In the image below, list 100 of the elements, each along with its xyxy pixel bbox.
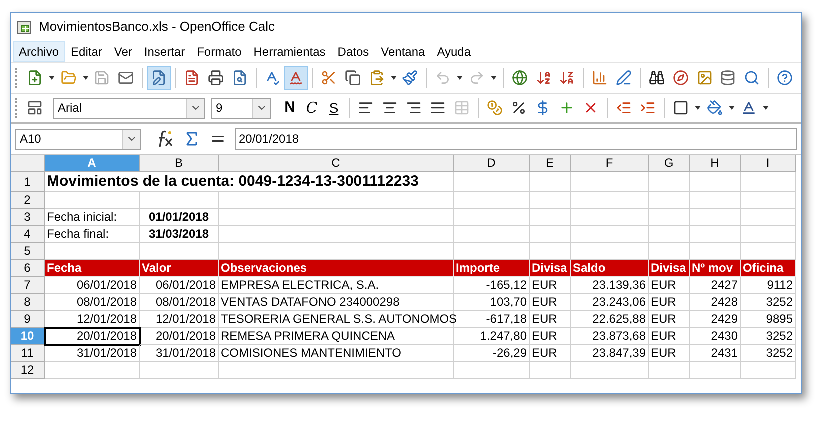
table-cell: 9895 <box>741 311 796 328</box>
window-title: MovimientosBanco.xls - OpenOffice Calc <box>39 18 276 36</box>
row-header[interactable]: 12 <box>11 362 45 379</box>
column-heading-cell: Oficina <box>741 260 796 277</box>
menu-item[interactable]: Ayuda <box>431 41 478 62</box>
empty-cell <box>649 192 690 209</box>
field-value: 01/01/2018 <box>140 209 219 226</box>
row-header[interactable]: 2 <box>11 192 45 209</box>
menu-item[interactable]: Ver <box>108 41 138 62</box>
column-header[interactable]: G <box>649 155 690 172</box>
table-cell: 3252 <box>741 328 796 345</box>
empty-cell <box>741 209 796 226</box>
empty-cell <box>690 226 741 243</box>
table-cell: 2427 <box>690 277 741 294</box>
table-cell: 08/01/2018 <box>140 294 219 311</box>
empty-cell <box>649 172 690 192</box>
table-cell: EUR <box>530 345 571 362</box>
empty-cell <box>530 172 571 192</box>
column-header[interactable]: D <box>454 155 530 172</box>
italic-button[interactable]: C <box>301 96 323 120</box>
column-header[interactable]: B <box>140 155 219 172</box>
empty-cell <box>530 192 571 209</box>
table-cell: VENTAS DATAFONO 234000298 <box>219 294 454 311</box>
table-cell: -165,12 <box>454 277 530 294</box>
empty-cell <box>690 192 741 209</box>
column-heading-cell: Importe <box>454 260 530 277</box>
spreadsheet-app-icon <box>17 19 33 35</box>
menu-item[interactable]: Editar <box>65 41 108 62</box>
caret-icon[interactable] <box>457 76 464 80</box>
menu-item[interactable]: Archivo <box>13 41 66 62</box>
row-header[interactable]: 5 <box>11 243 45 260</box>
caret-icon[interactable] <box>390 76 397 80</box>
column-heading-cell: Valor <box>140 260 219 277</box>
caret-icon[interactable] <box>729 106 735 110</box>
empty-cell <box>741 226 796 243</box>
table-cell: TESORERIA GENERAL S.S. AUTONOMOS <box>219 311 454 328</box>
edit-mode-button[interactable] <box>147 66 172 90</box>
menu-item[interactable]: Datos <box>332 41 376 62</box>
table-cell: 23.847,39 <box>571 345 649 362</box>
row-header[interactable]: 3 <box>11 209 45 226</box>
table-cell: EUR <box>649 345 690 362</box>
row-header[interactable]: 1 <box>11 172 45 192</box>
table-cell: 06/01/2018 <box>45 277 140 294</box>
table-cell: EUR <box>649 328 690 345</box>
auto-spellcheck-button[interactable] <box>284 66 308 90</box>
sheet-title: Movimientos de la cuenta: 0049-1234-13-3001112233 <box>47 172 419 192</box>
column-header[interactable]: F <box>571 155 649 172</box>
caret-icon[interactable] <box>763 106 769 110</box>
table-cell: 12/01/2018 <box>140 311 219 328</box>
table-cell: 20/01/2018 <box>140 328 219 345</box>
caret-icon[interactable] <box>490 76 497 80</box>
table-cell: 9112 <box>741 277 796 294</box>
column-header[interactable]: E <box>530 155 571 172</box>
table-cell: REMESA PRIMERA QUINCENA <box>219 328 454 345</box>
empty-cell <box>690 209 741 226</box>
row-header[interactable]: 9 <box>11 311 45 328</box>
empty-cell <box>690 172 741 192</box>
caret-icon[interactable] <box>48 76 55 80</box>
column-heading-cell: Nº mov <box>690 260 741 277</box>
caret-icon[interactable] <box>695 106 701 110</box>
column-heading-cell: Divisa <box>530 260 571 277</box>
table-cell: EUR <box>530 311 571 328</box>
table-cell: 31/01/2018 <box>140 345 219 362</box>
row-header[interactable]: 6 <box>11 260 45 277</box>
font-name-dropdown[interactable]: Arial <box>53 98 205 118</box>
table-cell: -26,29 <box>454 345 530 362</box>
table-cell: EUR <box>649 311 690 328</box>
underline-button[interactable]: S <box>323 98 345 118</box>
name-box[interactable]: A10 <box>15 128 141 150</box>
active-cell[interactable]: 20/01/2018 <box>45 328 140 345</box>
table-cell: 2428 <box>690 294 741 311</box>
bold-button[interactable]: N <box>279 96 301 120</box>
field-label: Fecha inicial: <box>45 209 140 226</box>
empty-cell <box>690 362 741 379</box>
row-header[interactable]: 4 <box>11 226 45 243</box>
empty-cell <box>530 209 571 226</box>
caret-icon[interactable] <box>82 76 89 80</box>
formula-input[interactable]: 20/01/2018 <box>235 128 797 150</box>
column-header[interactable]: C <box>219 155 454 172</box>
row-header[interactable]: 7 <box>11 277 45 294</box>
table-cell: EUR <box>530 294 571 311</box>
empty-cell <box>649 362 690 379</box>
table-cell: 12/01/2018 <box>45 311 140 328</box>
empty-cell <box>741 362 796 379</box>
column-header[interactable]: I <box>741 155 796 172</box>
table-cell: 23.139,36 <box>571 277 649 294</box>
table-cell: COMISIONES MANTENIMIENTO <box>219 345 454 362</box>
menu-item[interactable]: Ventana <box>375 41 432 62</box>
font-size-dropdown[interactable]: 9 <box>211 98 271 118</box>
table-cell: 31/01/2018 <box>45 345 140 362</box>
column-header[interactable]: H <box>690 155 741 172</box>
menu-item[interactable]: Formato <box>191 41 248 62</box>
edit-mode-icon <box>151 70 168 86</box>
table-cell: 22.625,88 <box>571 311 649 328</box>
menu-item[interactable]: Herramientas <box>248 41 332 62</box>
menu-item[interactable]: Insertar <box>138 41 192 62</box>
row-header[interactable]: 8 <box>11 294 45 311</box>
row-header[interactable]: 11 <box>11 345 45 362</box>
field-label: Fecha final: <box>45 226 140 243</box>
table-cell: 3252 <box>741 345 796 362</box>
